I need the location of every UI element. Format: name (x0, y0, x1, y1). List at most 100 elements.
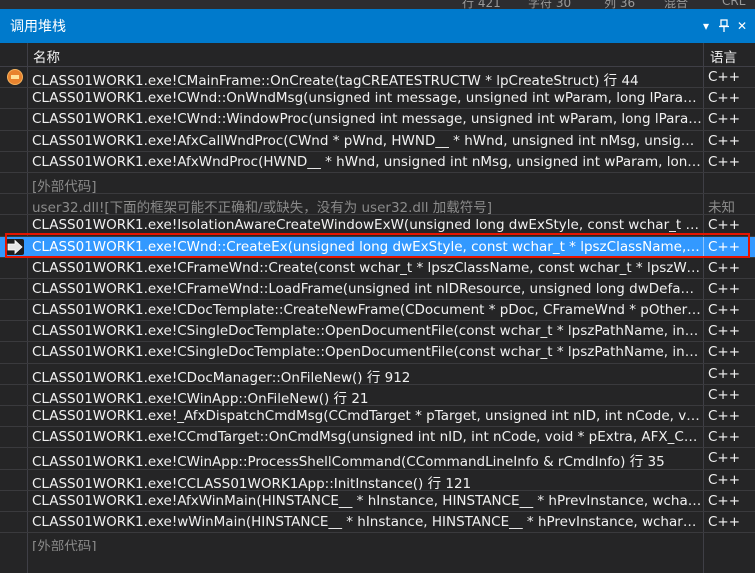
frame-name: CLASS01WORK1.exe!_AfxDispatchCmdMsg(CCmd… (32, 408, 702, 424)
row-gutter (0, 511, 28, 533)
frame-language: C++ (708, 429, 741, 446)
column-divider (703, 172, 704, 194)
stack-frame-row[interactable]: CLASS01WORK1.exe!CDocTemplate::CreateNew… (0, 300, 755, 322)
frame-name: CLASS01WORK1.exe!IsolationAwareCreateWin… (32, 217, 702, 234)
stack-frame-row[interactable]: CLASS01WORK1.exe!CWnd::OnWndMsg(unsigned… (0, 88, 755, 110)
stack-frame-row[interactable]: CLASS01WORK1.exe!CSingleDocTemplate::Ope… (0, 342, 755, 364)
row-gutter (0, 448, 28, 469)
frame-language: C++ (708, 386, 741, 403)
stack-frame-row[interactable]: CLASS01WORK1.exe!CCLASS01WORK1App::InitI… (0, 469, 755, 492)
frame-name: CLASS01WORK1.exe!CMainFrame::OnCreate(ta… (32, 73, 639, 89)
frame-name: CLASS01WORK1.exe!CWnd::CreateEx(unsigned… (32, 238, 702, 255)
frame-language: C++ (708, 259, 741, 276)
stack-frame-row[interactable]: user32.dll![下面的框架可能不正确和/或缺失，没有为 user32.d… (0, 194, 755, 217)
frame-language: C++ (708, 323, 741, 340)
column-divider (703, 88, 704, 109)
column-header-language[interactable]: 语言 (710, 46, 737, 66)
column-divider (703, 67, 704, 88)
row-gutter (0, 427, 28, 448)
column-divider (703, 342, 704, 363)
row-gutter (0, 490, 28, 511)
stack-frame-row[interactable]: CLASS01WORK1.exe!CFrameWnd::Create(const… (0, 257, 755, 279)
stack-frame-row[interactable]: CLASS01WORK1.exe!CSingleDocTemplate::Ope… (0, 321, 755, 343)
frame-name: CLASS01WORK1.exe!CWnd::WindowProc(unsign… (32, 111, 702, 128)
row-gutter (0, 469, 28, 490)
frame-name: CLASS01WORK1.exe!CWinApp::OnFileNew() 行 … (32, 390, 369, 407)
frame-name: CLASS01WORK1.exe!CCLASS01WORK1App::InitI… (32, 475, 472, 492)
stack-frame-row[interactable]: CLASS01WORK1.exe!_AfxDispatchCmdMsg(CCmd… (0, 406, 755, 428)
column-divider[interactable] (703, 43, 704, 66)
stack-frame-row[interactable]: CLASS01WORK1.exe!AfxCallWndProc(CWnd * p… (0, 130, 755, 152)
frame-name: CLASS01WORK1.exe!AfxWinMain(HINSTANCE__ … (32, 492, 702, 509)
column-divider (703, 215, 704, 236)
stack-frame-row[interactable]: CLASS01WORK1.exe!CDocManager::OnFileNew(… (0, 363, 755, 386)
frame-name: CLASS01WORK1.exe!CWnd::OnWndMsg(unsigned… (32, 90, 702, 107)
dropdown-icon[interactable]: ▾ (697, 16, 715, 36)
stack-frame-row[interactable]: CLASS01WORK1.exe!AfxWndProc(HWND__ * hWn… (0, 151, 755, 173)
frame-language: C++ (708, 132, 741, 149)
frame-language: C++ (708, 90, 741, 107)
frame-name: CLASS01WORK1.exe!AfxCallWndProc(CWnd * p… (32, 132, 702, 149)
stack-frame-row[interactable]: [外部代码] (0, 172, 755, 195)
column-divider (703, 384, 704, 405)
editor-status-strip: 行 421 字符 30 列 36 混合 CRL (0, 0, 755, 9)
frame-name: CLASS01WORK1.exe!CFrameWnd::Create(const… (32, 259, 702, 276)
frame-language: C++ (708, 344, 741, 361)
column-divider (703, 427, 704, 448)
frame-name: CLASS01WORK1.exe!CCmdTarget::OnCmdMsg(un… (32, 429, 702, 446)
row-gutter (0, 151, 28, 172)
column-header-name[interactable]: 名称 (33, 46, 60, 66)
row-gutter (0, 384, 28, 405)
row-gutter (0, 321, 28, 342)
column-divider (703, 511, 704, 533)
frame-name: CLASS01WORK1.exe!CSingleDocTemplate::Ope… (32, 323, 702, 340)
frame-language: C++ (708, 69, 741, 85)
stack-frame-row[interactable]: CLASS01WORK1.exe!CMainFrame::OnCreate(ta… (0, 67, 755, 89)
column-divider (703, 278, 704, 300)
frame-name: CLASS01WORK1.exe!CSingleDocTemplate::Ope… (32, 344, 702, 361)
stack-frame-row[interactable]: CLASS01WORK1.exe!IsolationAwareCreateWin… (0, 215, 755, 237)
row-gutter (0, 67, 28, 88)
row-gutter (0, 342, 28, 363)
row-gutter (0, 257, 28, 278)
frame-name: [外部代码] (32, 178, 97, 195)
column-divider (703, 194, 704, 215)
stack-frame-row[interactable]: CLASS01WORK1.exe!CWinApp::ProcessShellCo… (0, 448, 755, 471)
status-line: 行 421 (462, 0, 501, 9)
panel-title: 调用堆栈 (10, 19, 66, 35)
frame-language: C++ (708, 450, 741, 467)
frame-name: CLASS01WORK1.exe!AfxWndProc(HWND__ * hWn… (32, 153, 702, 170)
status-mode: 混合 (664, 0, 689, 9)
frame-language: C++ (708, 217, 741, 234)
close-icon[interactable]: ✕ (733, 16, 751, 36)
stack-frame-row[interactable]: CLASS01WORK1.exe!CWnd::CreateEx(unsigned… (0, 236, 755, 258)
row-gutter (0, 215, 28, 236)
stack-frame-row[interactable]: CLASS01WORK1.exe!CCmdTarget::OnCmdMsg(un… (0, 427, 755, 449)
frame-language: C++ (708, 365, 741, 382)
frame-language: C++ (708, 238, 741, 255)
frame-name: CLASS01WORK1.exe!wWinMain(HINSTANCE__ * … (32, 513, 702, 530)
stack-frame-row[interactable]: CLASS01WORK1.exe!CWinApp::OnFileNew() 行 … (0, 384, 755, 407)
column-divider (703, 151, 704, 172)
pin-icon[interactable] (715, 16, 733, 36)
stack-frame-row[interactable]: CLASS01WORK1.exe!CWnd::WindowProc(unsign… (0, 109, 755, 131)
stack-frame-row[interactable]: CLASS01WORK1.exe!wWinMain(HINSTANCE__ * … (0, 511, 755, 534)
arrow-right-icon (6, 238, 24, 255)
column-header: 名称 语言 (0, 43, 755, 67)
frame-name: CLASS01WORK1.exe!CWinApp::ProcessShellCo… (32, 454, 665, 471)
frame-language: 未知 (708, 200, 735, 217)
frame-language: C++ (708, 111, 741, 128)
frame-name: user32.dll![下面的框架可能不正确和/或缺失，没有为 user32.d… (32, 200, 493, 217)
header-gutter (0, 43, 28, 66)
stack-frame-row[interactable]: CLASS01WORK1.exe!AfxWinMain(HINSTANCE__ … (0, 490, 755, 512)
column-divider (703, 130, 704, 151)
stack-frame-row[interactable]: CLASS01WORK1.exe!CFrameWnd::LoadFrame(un… (0, 278, 755, 301)
column-divider (703, 469, 704, 490)
column-divider (703, 236, 704, 257)
column-divider (703, 109, 704, 130)
frame-language: C++ (708, 280, 741, 297)
column-divider (703, 448, 704, 469)
column-divider (703, 363, 704, 384)
row-gutter (0, 363, 28, 384)
frame-language: C++ (708, 408, 741, 424)
